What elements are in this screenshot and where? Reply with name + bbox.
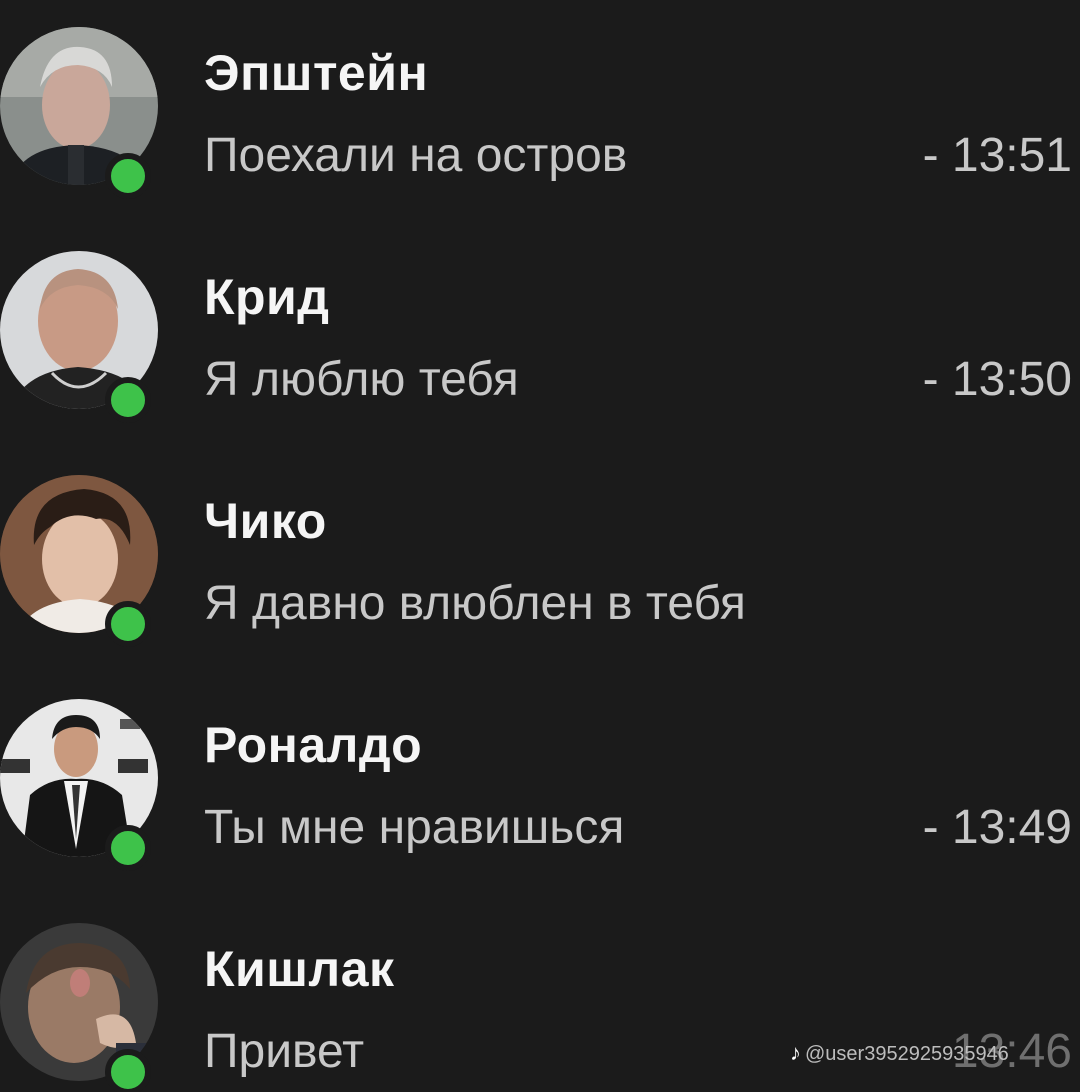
tiktok-watermark: ♪ @user3952925935946	[790, 1040, 1009, 1066]
contact-name: Эпштейн	[204, 45, 429, 101]
online-status-icon	[105, 377, 151, 423]
contact-name: Кишлак	[204, 941, 395, 997]
contact-name: Чико	[204, 493, 327, 549]
contact-name: Крид	[204, 269, 330, 325]
tiktok-icon: ♪	[790, 1040, 801, 1065]
chat-list: Эпштейн Поехали на остров - 13:51 Крид Я…	[0, 0, 1080, 1092]
online-status-icon	[105, 153, 151, 199]
chat-row-kreed[interactable]: Крид Я люблю тебя - 13:50	[0, 224, 1080, 448]
last-message: Привет	[204, 1025, 365, 1078]
chat-row-chiko[interactable]: Чико Я давно влюблен в тебя	[0, 448, 1080, 672]
message-time: - 13:49	[922, 801, 1072, 854]
message-time: - 13:51	[922, 129, 1072, 182]
online-status-icon	[105, 1049, 151, 1092]
contact-name: Роналдо	[204, 717, 423, 773]
online-status-icon	[105, 825, 151, 871]
chat-row-ronaldo[interactable]: Роналдо Ты мне нравишься - 13:49	[0, 672, 1080, 896]
chat-row-epstein[interactable]: Эпштейн Поехали на остров - 13:51	[0, 0, 1080, 224]
watermark-text: @user3952925935946	[805, 1043, 1009, 1065]
last-message: Ты мне нравишься	[204, 801, 625, 854]
last-message: Я люблю тебя	[204, 353, 519, 406]
last-message: Я давно влюблен в тебя	[204, 577, 746, 630]
message-time: - 13:50	[922, 353, 1072, 406]
online-status-icon	[105, 601, 151, 647]
last-message: Поехали на остров	[204, 129, 628, 182]
